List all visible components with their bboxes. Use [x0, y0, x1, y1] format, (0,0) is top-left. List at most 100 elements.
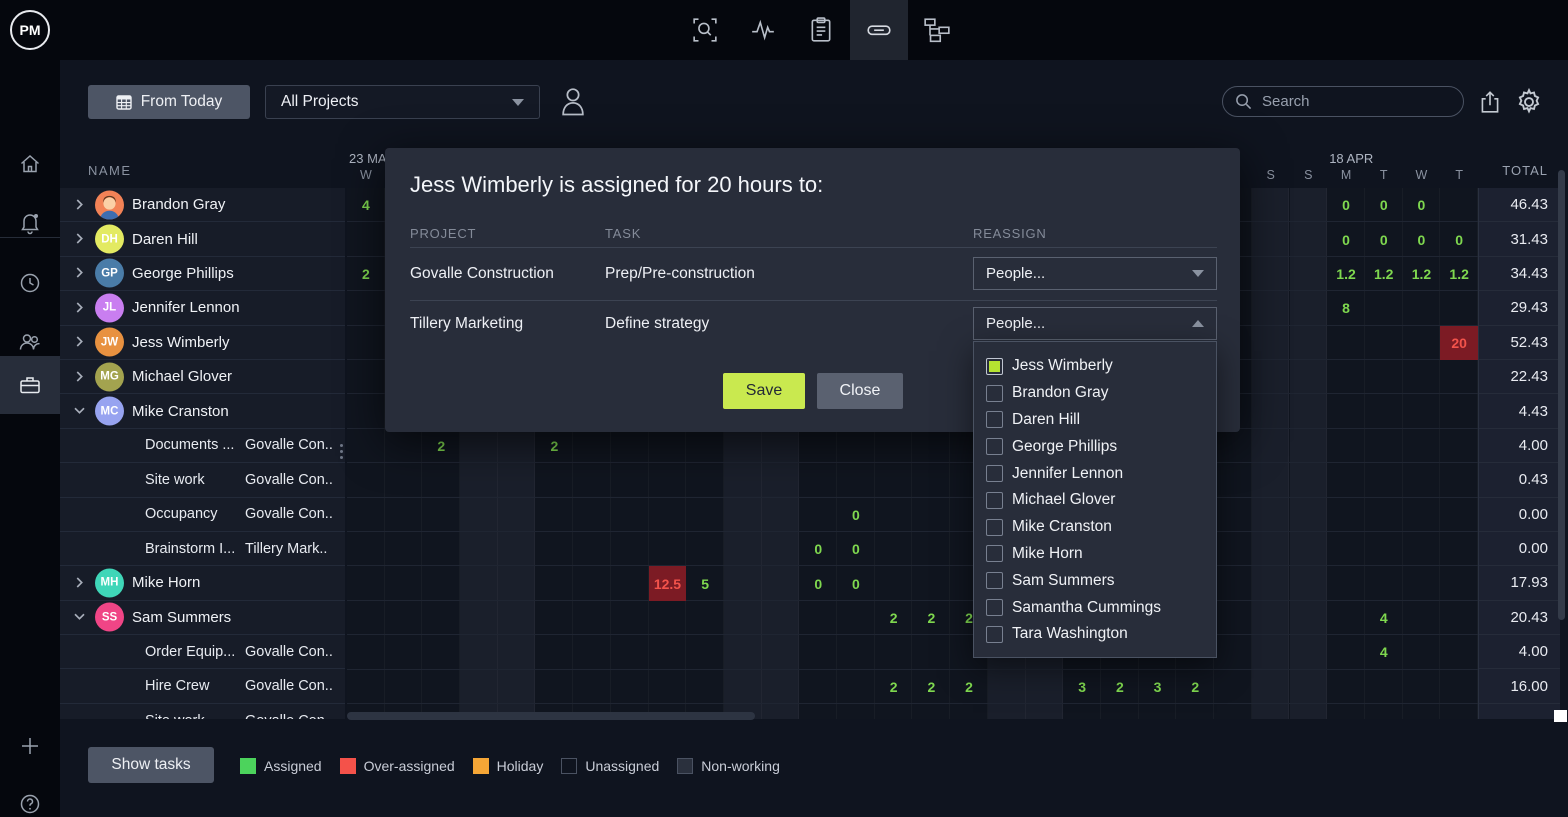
- task-row[interactable]: Documents ...Govalle Con..: [60, 429, 345, 463]
- pm-logo[interactable]: PM: [10, 10, 50, 50]
- assigned-cell[interactable]: 1.2: [1327, 257, 1365, 291]
- dropdown-option[interactable]: Tara Washington: [974, 621, 1216, 648]
- reassign-select-1[interactable]: People...: [973, 257, 1217, 290]
- assigned-cell[interactable]: 8: [1327, 291, 1365, 325]
- resource-row[interactable]: SSSam Summers: [60, 601, 345, 635]
- assigned-cell[interactable]: 2: [422, 429, 460, 463]
- dropdown-option[interactable]: George Phillips: [974, 433, 1216, 460]
- assigned-cell[interactable]: 3: [1063, 670, 1101, 704]
- chevron-down-icon[interactable]: [72, 609, 88, 625]
- chevron-right-icon[interactable]: [72, 231, 88, 247]
- checkbox-icon[interactable]: [986, 519, 1003, 536]
- top-tab-dash[interactable]: [850, 0, 908, 60]
- checkbox-icon[interactable]: [986, 385, 1003, 402]
- checkbox-icon[interactable]: [986, 572, 1003, 589]
- resource-row[interactable]: DHDaren Hill: [60, 222, 345, 256]
- assigned-cell[interactable]: 0: [1403, 222, 1441, 256]
- assigned-cell[interactable]: 0: [799, 566, 837, 600]
- resource-row[interactable]: JWJess Wimberly: [60, 326, 345, 360]
- dropdown-option[interactable]: Samantha Cummings: [974, 594, 1216, 621]
- task-row[interactable]: Site workGovalle Con..: [60, 463, 345, 497]
- assigned-cell[interactable]: 0: [1365, 188, 1403, 222]
- dropdown-option[interactable]: Daren Hill: [974, 407, 1216, 434]
- checkbox-icon[interactable]: [986, 545, 1003, 562]
- chevron-right-icon[interactable]: [72, 265, 88, 281]
- assigned-cell[interactable]: 0: [837, 566, 875, 600]
- save-button[interactable]: Save: [723, 373, 805, 409]
- assigned-cell[interactable]: 2: [1176, 670, 1214, 704]
- settings-button[interactable]: [1514, 87, 1544, 117]
- reassign-select-2[interactable]: People...: [973, 307, 1217, 340]
- top-tab-activity[interactable]: [734, 0, 792, 60]
- assigned-cell[interactable]: 2: [913, 601, 951, 635]
- task-row[interactable]: OccupancyGovalle Con..: [60, 498, 345, 532]
- sidebar-item-help[interactable]: [0, 775, 60, 817]
- dropdown-option[interactable]: Sam Summers: [974, 567, 1216, 594]
- assigned-cell[interactable]: 4: [1365, 601, 1403, 635]
- dropdown-option[interactable]: Michael Glover: [974, 487, 1216, 514]
- dropdown-option[interactable]: Jennifer Lennon: [974, 460, 1216, 487]
- assigned-cell[interactable]: 0: [1440, 222, 1478, 256]
- top-tab-clipboard[interactable]: [792, 0, 850, 60]
- task-row[interactable]: Hire CrewGovalle Con..: [60, 669, 345, 703]
- vertical-scrollbar[interactable]: [1558, 170, 1565, 620]
- task-row[interactable]: Brainstorm I...Tillery Mark..: [60, 532, 345, 566]
- checkbox-icon[interactable]: [986, 626, 1003, 643]
- assigned-cell[interactable]: 1.2: [1440, 257, 1478, 291]
- assigned-cell[interactable]: 2: [913, 670, 951, 704]
- top-tab-zoom-search[interactable]: [676, 0, 734, 60]
- from-today-button[interactable]: From Today: [88, 85, 250, 119]
- resource-row[interactable]: Brandon Gray: [60, 188, 345, 222]
- sidebar-item-history[interactable]: [0, 254, 60, 312]
- checkbox-checked-icon[interactable]: [986, 358, 1003, 375]
- task-row[interactable]: Order Equip...Govalle Con..: [60, 635, 345, 669]
- horizontal-scrollbar[interactable]: [347, 712, 755, 720]
- sidebar-item-notifications[interactable]: [0, 194, 60, 252]
- resource-row[interactable]: MGMichael Glover: [60, 360, 345, 394]
- assigned-cell[interactable]: 4: [1365, 635, 1403, 669]
- task-row[interactable]: Site workGovalle Con: [60, 704, 345, 719]
- assigned-cell[interactable]: 0: [799, 532, 837, 566]
- assigned-cell[interactable]: 3: [1139, 670, 1177, 704]
- resource-row[interactable]: MHMike Horn: [60, 566, 345, 600]
- export-button[interactable]: [1477, 89, 1503, 115]
- assigned-cell[interactable]: 0: [1327, 188, 1365, 222]
- resource-row[interactable]: JLJennifer Lennon: [60, 291, 345, 325]
- assigned-cell[interactable]: 5: [686, 566, 724, 600]
- checkbox-icon[interactable]: [986, 438, 1003, 455]
- chevron-right-icon[interactable]: [72, 197, 88, 213]
- sidebar-item-add[interactable]: [0, 717, 60, 775]
- assigned-cell[interactable]: 0: [1403, 188, 1441, 222]
- assigned-cell[interactable]: 0: [837, 532, 875, 566]
- top-tab-sitemap[interactable]: [908, 0, 966, 60]
- chevron-right-icon[interactable]: [72, 300, 88, 316]
- chevron-right-icon[interactable]: [72, 575, 88, 591]
- assigned-cell[interactable]: 1.2: [1365, 257, 1403, 291]
- search-input[interactable]: [1260, 92, 1434, 111]
- over-assigned-cell[interactable]: 20: [1440, 326, 1478, 360]
- project-filter-select[interactable]: All Projects: [265, 85, 540, 119]
- assigned-cell[interactable]: 2: [875, 670, 913, 704]
- dropdown-option[interactable]: Mike Cranston: [974, 514, 1216, 541]
- sidebar-item-home[interactable]: [0, 135, 60, 193]
- assigned-cell[interactable]: 2: [347, 257, 385, 291]
- assigned-cell[interactable]: 2: [536, 429, 574, 463]
- assigned-cell[interactable]: 4: [347, 188, 385, 222]
- assigned-cell[interactable]: 0: [1365, 222, 1403, 256]
- assigned-cell[interactable]: 1.2: [1403, 257, 1441, 291]
- checkbox-icon[interactable]: [986, 411, 1003, 428]
- chevron-right-icon[interactable]: [72, 369, 88, 385]
- assigned-cell[interactable]: 0: [1327, 222, 1365, 256]
- panel-resize-handle[interactable]: [338, 444, 344, 464]
- chevron-down-icon[interactable]: [72, 403, 88, 419]
- resource-row[interactable]: GPGeorge Phillips: [60, 257, 345, 291]
- resource-row[interactable]: MCMike Cranston: [60, 394, 345, 428]
- dropdown-option[interactable]: Jess Wimberly: [974, 353, 1216, 380]
- close-button[interactable]: Close: [817, 373, 903, 409]
- assigned-cell[interactable]: 2: [1101, 670, 1139, 704]
- over-assigned-cell[interactable]: 12.5: [649, 566, 687, 600]
- people-filter-button[interactable]: [556, 84, 590, 118]
- dropdown-option[interactable]: Brandon Gray: [974, 380, 1216, 407]
- assigned-cell[interactable]: 2: [950, 670, 988, 704]
- chevron-right-icon[interactable]: [72, 334, 88, 350]
